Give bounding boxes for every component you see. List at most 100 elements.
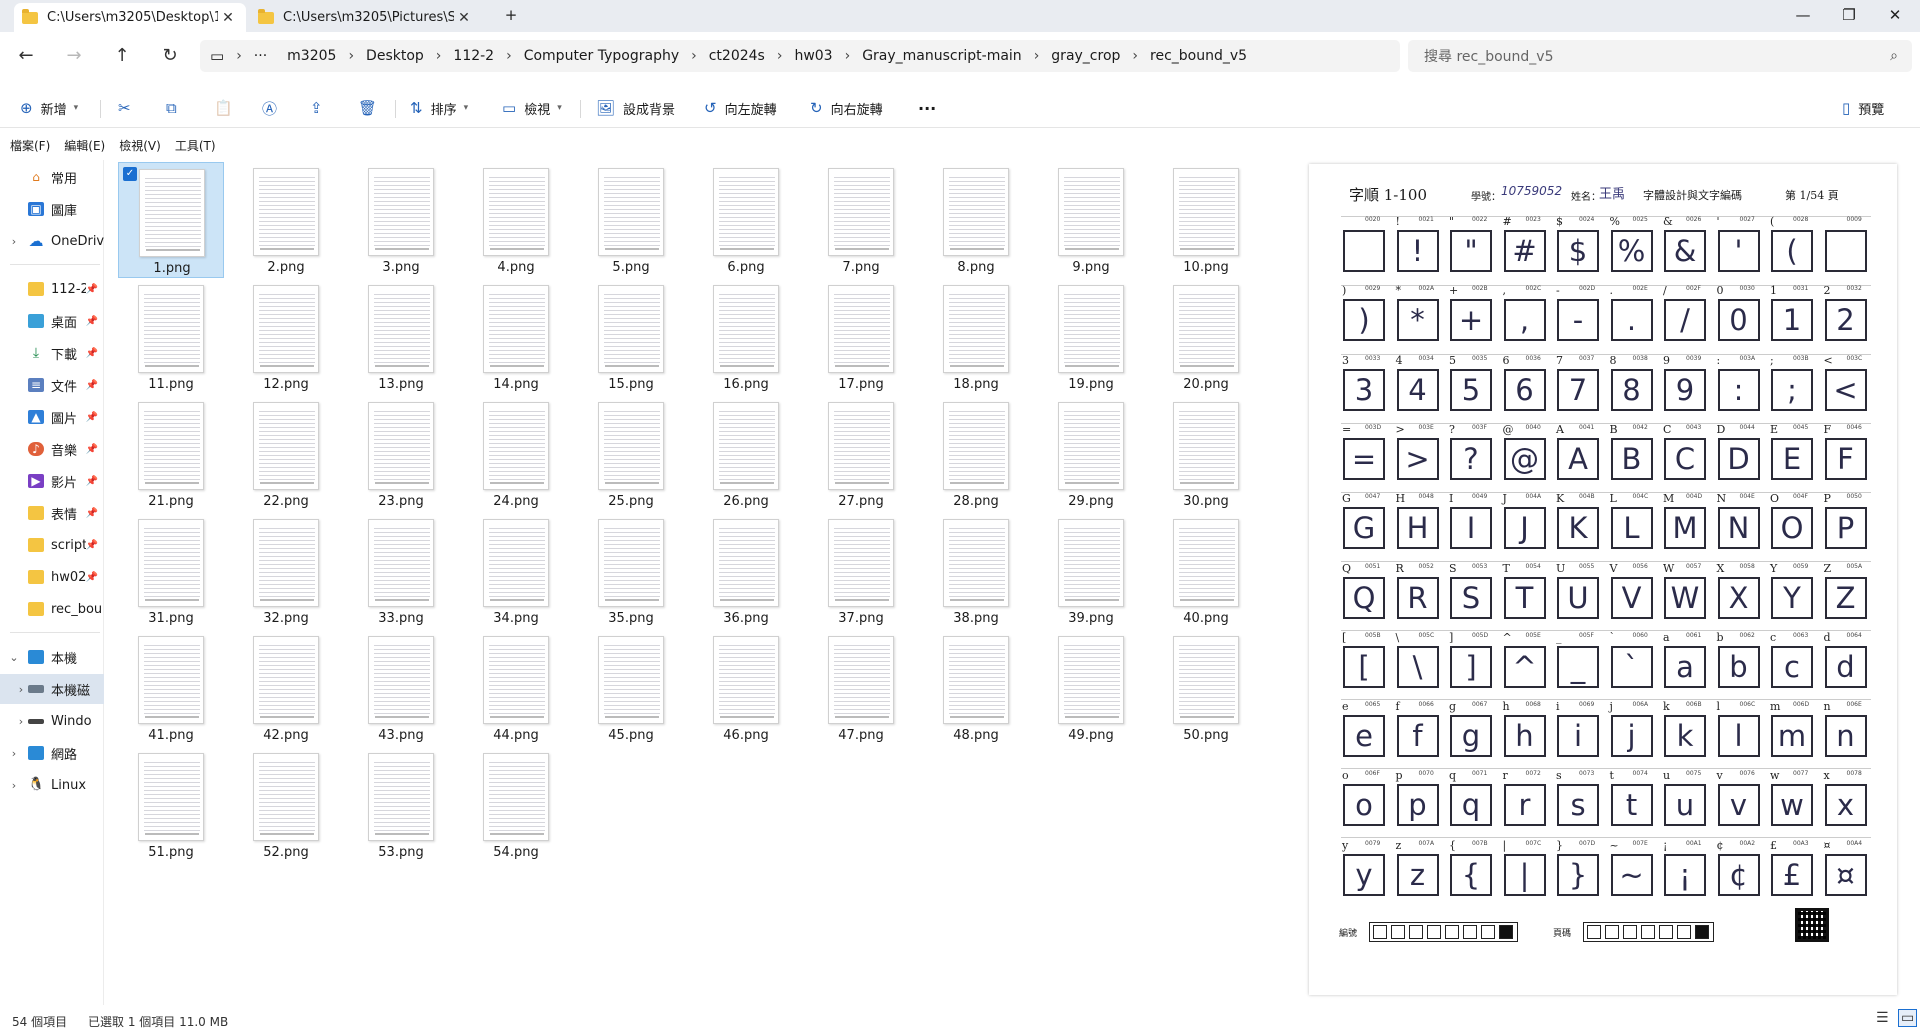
file-item[interactable]: 40.png [1153,513,1259,629]
breadcrumb-ct2024s[interactable]: ct2024s [699,48,775,64]
file-item[interactable]: 10.png [1153,162,1259,278]
file-item[interactable]: 39.png [1038,513,1144,629]
file-item[interactable]: 54.png [463,747,569,863]
file-item[interactable]: 6.png [693,162,799,278]
file-item[interactable]: 21.png [118,396,224,512]
chevron-right-icon[interactable]: › [0,779,28,792]
file-item[interactable]: 48.png [923,630,1029,746]
breadcrumb-rec-bound[interactable]: rec_bound_v5 [1140,48,1257,64]
file-item[interactable]: 23.png [348,396,454,512]
sidebar-item-home[interactable]: ⌂ 常用 [0,162,104,192]
file-item[interactable]: 31.png [118,513,224,629]
file-item[interactable]: 15.png [578,279,684,395]
file-item[interactable]: 34.png [463,513,569,629]
sidebar-item-linux[interactable]: › 🐧 Linux [0,770,104,800]
sort-button[interactable]: ⇅ 排序 ▾ [410,94,468,122]
maximize-button[interactable]: ❐ [1826,0,1872,32]
chevron-right-icon[interactable]: › [0,683,28,696]
breadcrumb-desktop[interactable]: Desktop [356,48,434,64]
sidebar-item-local-disk[interactable]: › 本機磁 [0,674,104,704]
file-item[interactable]: ✓ 1.png [118,162,224,278]
chevron-right-icon[interactable]: › [0,747,28,760]
file-item[interactable]: 20.png [1153,279,1259,395]
details-view-icon[interactable]: ☰ [1876,1010,1889,1026]
rotate-left-button[interactable]: ↺ 向左旋轉 [704,94,777,122]
file-item[interactable]: 13.png [348,279,454,395]
menu-view[interactable]: 檢視(V) [109,136,161,156]
paste-icon[interactable]: 📋 [214,94,241,122]
tab-pictures[interactable]: C:\Users\m3205\Pictures\Scre ✕ [250,3,482,32]
address-bar[interactable]: ▭ › ··· m3205 › Desktop › 112-2 › Comput… [200,40,1400,72]
file-item[interactable]: 16.png [693,279,799,395]
file-item[interactable]: 49.png [1038,630,1144,746]
file-item[interactable]: 29.png [1038,396,1144,512]
sidebar-item-emoji[interactable]: 表情 📌 [0,498,104,528]
file-item[interactable]: 47.png [808,630,914,746]
sidebar-item-music[interactable]: ♪ 音樂 📌 [0,434,104,464]
sidebar-item-network[interactable]: › 網路 [0,738,104,768]
chevron-right-icon[interactable]: › [0,715,28,728]
file-item[interactable]: 19.png [1038,279,1144,395]
file-item[interactable]: 26.png [693,396,799,512]
breadcrumb-gray-manuscript[interactable]: Gray_manuscript-main [852,48,1031,64]
file-item[interactable]: 14.png [463,279,569,395]
file-item[interactable]: 43.png [348,630,454,746]
share-icon[interactable]: ⇪ [310,94,331,122]
breadcrumb-gray-crop[interactable]: gray_crop [1041,48,1130,64]
file-item[interactable]: 8.png [923,162,1029,278]
file-item[interactable]: 51.png [118,747,224,863]
minimize-button[interactable]: — [1780,0,1826,32]
file-item[interactable]: 18.png [923,279,1029,395]
sidebar-item-112-2[interactable]: 112-2 📌 [0,274,104,304]
sidebar-item-onedrive[interactable]: › ☁ OneDriv [0,226,104,256]
file-item[interactable]: 5.png [578,162,684,278]
file-item[interactable]: 53.png [348,747,454,863]
sidebar-item-hw02[interactable]: hw02 📌 [0,562,104,592]
view-button[interactable]: ▭ 檢視 ▾ [502,94,562,122]
sidebar-item-script[interactable]: script 📌 [0,530,104,560]
file-item[interactable]: 12.png [233,279,339,395]
sidebar-item-gallery[interactable]: ▣ 圖庫 [0,194,104,224]
sidebar-item-documents[interactable]: ≡ 文件 📌 [0,370,104,400]
new-button[interactable]: ⊕ 新增 ▾ [20,94,78,122]
file-item[interactable]: 7.png [808,162,914,278]
tab-desktop[interactable]: C:\Users\m3205\Desktop\112 ✕ [14,3,246,32]
file-item[interactable]: 24.png [463,396,569,512]
checkbox-icon[interactable]: ✓ [123,167,137,181]
rename-icon[interactable]: Ⓐ [262,94,285,122]
search-input[interactable]: 搜尋 rec_bound_v5 ⌕ [1408,40,1912,72]
file-item[interactable]: 11.png [118,279,224,395]
file-item[interactable]: 46.png [693,630,799,746]
file-item[interactable]: 2.png [233,162,339,278]
file-item[interactable]: 36.png [693,513,799,629]
file-item[interactable]: 50.png [1153,630,1259,746]
file-item[interactable]: 52.png [233,747,339,863]
file-item[interactable]: 45.png [578,630,684,746]
file-item[interactable]: 38.png [923,513,1029,629]
breadcrumb-112-2[interactable]: 112-2 [443,48,504,64]
breadcrumb-hw03[interactable]: hw03 [784,48,842,64]
file-item[interactable]: 3.png [348,162,454,278]
sidebar-item-windows-drive[interactable]: › Windo [0,706,104,736]
back-arrow-icon[interactable]: ← [12,42,40,70]
refresh-icon[interactable]: ↻ [156,42,184,70]
set-background-button[interactable]: 🖼 設成背景 [596,94,675,122]
file-item[interactable]: 28.png [923,396,1029,512]
overflow-icon[interactable]: ··· [244,48,277,64]
file-item[interactable]: 17.png [808,279,914,395]
breadcrumb-computer-typography[interactable]: Computer Typography [514,48,689,64]
file-item[interactable]: 9.png [1038,162,1144,278]
tiles-view-icon[interactable]: ▭ [1898,1009,1918,1027]
file-item[interactable]: 42.png [233,630,339,746]
file-item[interactable]: 35.png [578,513,684,629]
sidebar-item-desktop[interactable]: 桌面 📌 [0,306,104,336]
file-item[interactable]: 41.png [118,630,224,746]
rotate-right-button[interactable]: ↻ 向右旋轉 [810,94,883,122]
sidebar-item-videos[interactable]: ▶ 影片 📌 [0,466,104,496]
forward-arrow-icon[interactable]: → [60,42,88,70]
this-pc-icon[interactable]: ▭ [200,47,234,65]
file-item[interactable]: 32.png [233,513,339,629]
sidebar-item-rec-bound[interactable]: rec_bou [0,594,104,624]
chevron-down-icon[interactable]: ⌄ [0,651,28,664]
chevron-right-icon[interactable]: › [0,235,28,248]
